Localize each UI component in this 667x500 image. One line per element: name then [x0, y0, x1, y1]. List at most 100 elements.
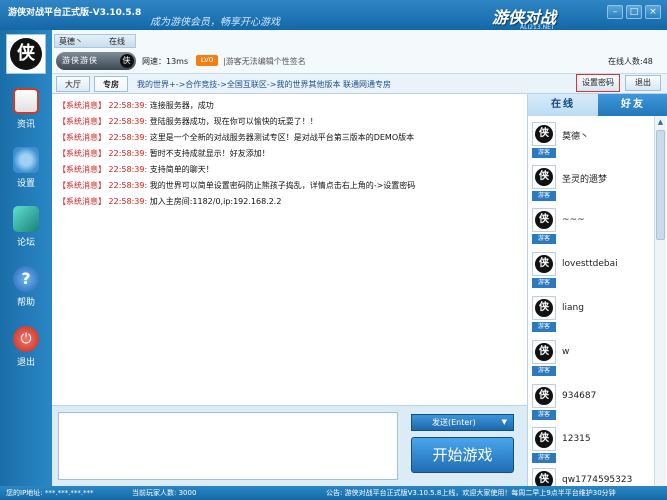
status-bar: 您的IP地址: ***.***.***.*** 当前玩家人数: 3000 公告:… [0, 486, 667, 500]
user-list-name: 12315 [562, 434, 591, 444]
user-avatar[interactable]: 侠 [6, 34, 46, 74]
avatar: 侠 [532, 340, 556, 364]
minimize-button[interactable]: – [607, 5, 623, 19]
user-list-item[interactable]: 侠游客 莫德丶 [532, 122, 652, 162]
avatar-glyph: 侠 [10, 38, 42, 70]
online-count: 在线人数:48 [608, 57, 653, 66]
tab-friends[interactable]: 好友 [598, 94, 667, 116]
chat-message: 【系统消息】 22:58:39: 支持简单的聊天！ [58, 165, 214, 174]
close-button[interactable]: × [645, 5, 661, 19]
ip-address: 您的IP地址: ***.***.***.*** [6, 489, 94, 497]
power-icon: ⏻ [13, 326, 39, 352]
user-list-name: 莫德丶 [562, 132, 590, 142]
breadcrumb[interactable]: 我的世界+->合作竞技->全国互联区->我的世界其他版本 联通网通专房 [137, 79, 391, 90]
nav-exit-label: 退出 [16, 358, 35, 368]
scroll-up-icon[interactable]: ▲ [656, 118, 665, 127]
start-game-button[interactable]: 开始游戏 [411, 437, 514, 473]
user-list-item[interactable]: 侠游客 liang [532, 296, 652, 336]
rank-badge[interactable]: 游侠游侠 侠 [56, 52, 136, 70]
avatar: 侠 [532, 296, 556, 320]
rank-label: 游侠游侠 [62, 56, 98, 65]
left-sidebar: 侠 资讯 设置 论坛 ? 帮助 ⏻ 退出 [0, 30, 52, 486]
nav-help-label: 帮助 [16, 298, 35, 308]
guest-badge: 游客 [532, 366, 556, 376]
user-list-name: w [562, 347, 570, 357]
restore-button[interactable]: □ [626, 5, 642, 19]
avatar: 侠 [532, 252, 556, 276]
nav-help[interactable]: ? 帮助 [0, 266, 52, 316]
level-badge: LV0 [196, 55, 218, 66]
avatar: 侠 [532, 165, 556, 189]
input-zone: 发送(Enter) ▼ 开始游戏 [52, 405, 527, 486]
chat-log[interactable]: 【系统消息】 22:58:39: 连接服务器，成功 【系统消息】 22:58:3… [52, 94, 527, 405]
nav-news[interactable]: 资讯 [0, 88, 52, 138]
guest-badge: 游客 [532, 234, 556, 244]
window-title: 游侠对战平台正式版-V3.10.5.8 [8, 8, 142, 18]
send-button[interactable]: 发送(Enter) ▼ [411, 414, 514, 431]
user-header: 莫德丶 在线 游侠游侠 侠 网速：13ms LV0 |游客无法编辑个性签名 在线… [52, 30, 667, 74]
tab-private-room[interactable]: 专房 [94, 76, 128, 92]
user-list-item[interactable]: 侠游客 ~~~ [532, 208, 652, 248]
set-password-button[interactable]: 设置密码 [576, 74, 620, 92]
slogan: 成为游侠会员，畅享开心游戏 [150, 17, 280, 28]
news-icon [13, 88, 39, 114]
nav-settings-label: 设置 [16, 179, 35, 189]
guest-badge: 游客 [532, 191, 556, 201]
user-status: 在线 [109, 37, 125, 46]
tab-lobby[interactable]: 大厅 [56, 76, 90, 92]
rank-glyph: 侠 [120, 54, 134, 68]
user-name: 莫德丶 [59, 37, 83, 46]
tab-online[interactable]: 在线 [528, 94, 598, 116]
forum-cube-icon [13, 206, 39, 232]
guest-badge: 游客 [532, 322, 556, 332]
send-label: 发送(Enter) [432, 418, 476, 427]
guest-badge: 游客 [532, 453, 556, 463]
room-bar: 大厅 专房 我的世界+->合作竞技->全国互联区->我的世界其他版本 联通网通专… [52, 74, 667, 94]
scroll-thumb[interactable] [656, 130, 665, 240]
user-list-name: lovesttdebai [562, 259, 618, 269]
net-speed: 网速：13ms [142, 57, 189, 66]
exit-room-button[interactable]: 退出 [625, 75, 661, 91]
chat-message: 【系统消息】 22:58:39: 这里是一个全新的对战服务器测试专区！是对战平台… [58, 133, 415, 142]
nav-forum[interactable]: 论坛 [0, 206, 52, 256]
user-list-name: 圣灵的遗梦 [562, 175, 608, 185]
help-icon: ? [13, 266, 39, 292]
guest-badge: 游客 [532, 148, 556, 158]
user-list-tabs: 在线 好友 [528, 94, 667, 116]
user-list-item[interactable]: 侠游客 12315 [532, 427, 652, 467]
user-list-item[interactable]: 侠游客 lovesttdebai [532, 252, 652, 292]
chat-message: 【系统消息】 22:58:39: 暂时不支持成就显示！好友添加！ [58, 149, 270, 158]
user-list-name: ~~~ [562, 215, 585, 225]
nav-settings[interactable]: 设置 [0, 147, 52, 197]
user-list-name: 934687 [562, 391, 597, 401]
chat-message: 【系统消息】 22:58:39: 我的世界可以简单设置密码防止熊孩子捣乱，详情点… [58, 181, 416, 190]
user-list-item[interactable]: 侠游客 w [532, 340, 652, 380]
user-list-item[interactable]: 侠 qw1774595323 [532, 468, 652, 486]
announcement: 公告: 游侠对战平台正式版V3.10.5.8上线，欢迎大家使用！每周二早上9点半… [326, 489, 616, 497]
avatar: 侠 [532, 468, 556, 486]
user-list-name: liang [562, 303, 584, 313]
signature-field[interactable]: |游客无法编辑个性签名 [223, 56, 306, 67]
user-list-item[interactable]: 侠游客 圣灵的遗梦 [532, 165, 652, 205]
player-count: 当前玩家人数: 3000 [132, 489, 197, 497]
user-name-tab: 莫德丶 在线 [54, 34, 136, 48]
nav-news-label: 资讯 [16, 120, 35, 130]
nav-forum-label: 论坛 [16, 238, 35, 248]
chevron-down-icon[interactable]: ▼ [502, 415, 507, 430]
chat-message: 【系统消息】 22:58:39: 连接服务器，成功 [58, 101, 214, 110]
user-list-name: qw1774595323 [562, 475, 633, 485]
guest-badge: 游客 [532, 410, 556, 420]
user-list-item[interactable]: 侠游客 934687 [532, 384, 652, 424]
gear-icon [13, 147, 39, 173]
avatar: 侠 [532, 122, 556, 146]
user-list-panel: 在线 好友 ▲ 侠游客 莫德丶 侠游客 圣灵的遗梦 侠游客 ~~~ 侠游客 lovest… [527, 94, 667, 486]
avatar: 侠 [532, 208, 556, 232]
chat-input[interactable] [58, 412, 398, 480]
title-bar: 游侠对战平台正式版-V3.10.5.8 成为游侠会员，畅享开心游戏 游侠对战 A… [0, 0, 667, 31]
avatar: 侠 [532, 427, 556, 451]
chat-message: 【系统消息】 22:58:39: 登陆服务器成功，现在你可以愉快的玩耍了！！ [58, 117, 318, 126]
avatar: 侠 [532, 384, 556, 408]
nav-exit[interactable]: ⏻ 退出 [0, 326, 52, 376]
chat-message: 【系统消息】 22:58:39: 加入主房间:1182/0,ip:192.168… [58, 197, 282, 206]
user-list-scrollbar[interactable]: ▲ [654, 116, 666, 486]
